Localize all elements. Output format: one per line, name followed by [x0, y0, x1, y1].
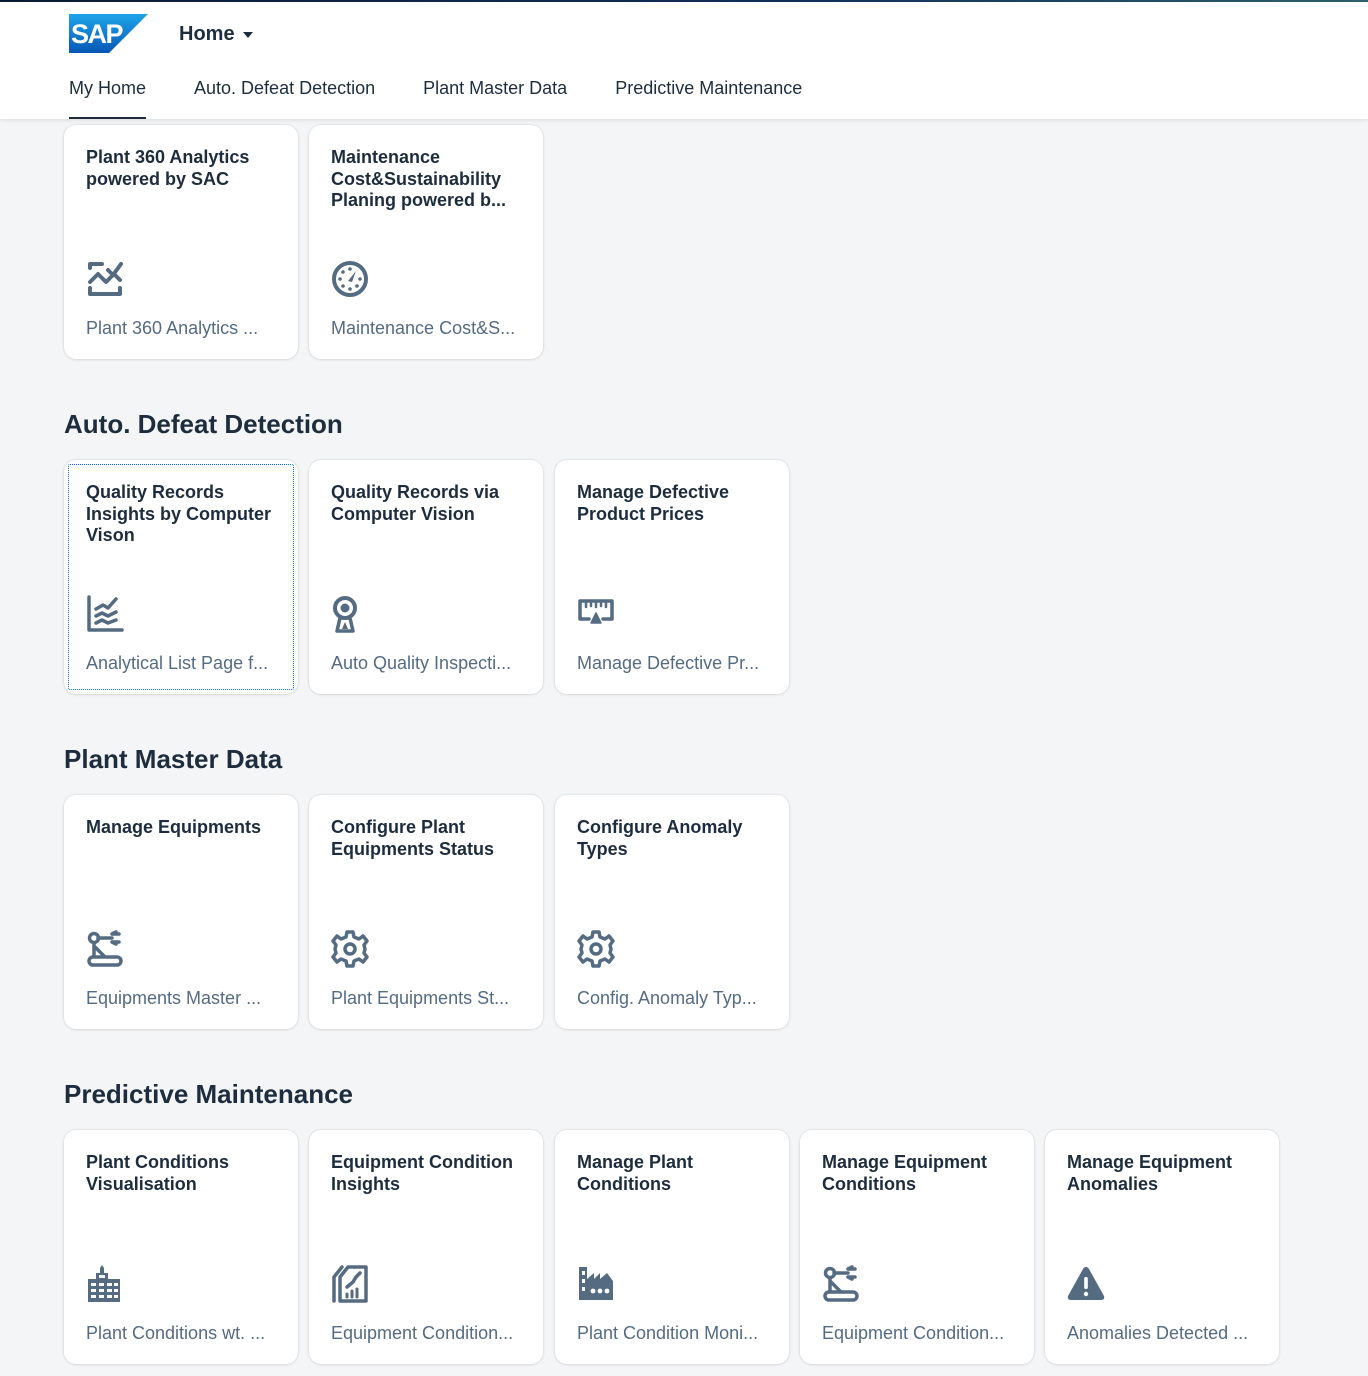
- tile-manage-equipments[interactable]: Manage Equipments Equipments Master ...: [64, 795, 298, 1029]
- warning-icon: [1067, 1265, 1105, 1303]
- home-menu-label: Home: [179, 22, 235, 45]
- tile-quality-records-computer-vision[interactable]: Quality Records via Computer Vision Auto…: [309, 460, 543, 694]
- tab-auto-defeat-detection[interactable]: Auto. Defeat Detection: [194, 62, 375, 119]
- webcam-icon: [331, 595, 369, 633]
- tile-subtitle: Manage Defective Pr...: [577, 653, 760, 673]
- tile-subtitle: Plant Equipments St...: [331, 988, 510, 1008]
- gear-icon: [331, 930, 369, 968]
- tile-subtitle: Plant Condition Moni...: [577, 1323, 759, 1343]
- tile-subtitle: Anomalies Detected ...: [1067, 1323, 1249, 1343]
- tile-subtitle: Equipment Condition...: [822, 1323, 1005, 1343]
- tile-configure-anomaly-types[interactable]: Configure Anomaly Types Config. Anomaly …: [555, 795, 789, 1029]
- tile-title: Manage Defective Product Prices: [577, 482, 730, 524]
- robot-arm-icon: [86, 930, 124, 968]
- tile-title: Equipment Condition Insights: [331, 1152, 513, 1194]
- factory-icon: [577, 1265, 615, 1303]
- tile-subtitle: Config. Anomaly Typ...: [577, 988, 757, 1008]
- section-title-auto-defeat-detection: Auto. Defeat Detection: [64, 409, 343, 439]
- section-title-predictive-maintenance: Predictive Maintenance: [64, 1079, 353, 1109]
- tab-my-home[interactable]: My Home: [69, 62, 147, 119]
- space-tabs: My Home Auto. Defeat Detection Plant Mas…: [69, 62, 850, 119]
- tile-manage-equipment-anomalies[interactable]: Manage Equipment Anomalies Anomalies Det…: [1045, 1130, 1279, 1364]
- tile-subtitle: Analytical List Page f...: [86, 653, 269, 673]
- multi-line-chart-icon: [86, 595, 124, 633]
- tile-subtitle: Maintenance Cost&S...: [331, 318, 516, 338]
- tab-plant-master-data[interactable]: Plant Master Data: [423, 62, 567, 119]
- sap-logo[interactable]: SAP: [69, 14, 148, 53]
- tile-title: Manage Equipments: [86, 817, 262, 837]
- tile-plant-360-analytics[interactable]: Plant 360 Analytics powered by SAC Plant…: [64, 125, 298, 359]
- tile-title: Maintenance Cost&Sustainability Planing …: [331, 147, 507, 210]
- tile-subtitle: Plant 360 Analytics ...: [86, 318, 259, 338]
- tile-quality-records-insights[interactable]: Quality Records Insights by Computer Vis…: [64, 460, 298, 694]
- building-icon: [86, 1265, 124, 1303]
- tile-equipment-condition-insights[interactable]: Equipment Condition Insights Equipment C…: [309, 1130, 543, 1364]
- home-menu-button[interactable]: Home: [179, 20, 253, 48]
- gauge-icon: [331, 260, 369, 298]
- tile-title: Manage Plant Conditions: [577, 1152, 694, 1194]
- tile-title: Configure Plant Equipments Status: [331, 817, 495, 859]
- measure-icon: [577, 595, 615, 633]
- tab-predictive-maintenance[interactable]: Predictive Maintenance: [615, 62, 802, 119]
- tile-title: Manage Equipment Conditions: [822, 1152, 988, 1194]
- svg-text:SAP: SAP: [71, 19, 124, 49]
- tile-plant-conditions-visualisation[interactable]: Plant Conditions Visualisation Plant Con…: [64, 1130, 298, 1364]
- caret-down-icon: [242, 32, 253, 38]
- tile-configure-plant-equipments-status[interactable]: Configure Plant Equipments Status Plant …: [309, 795, 543, 1029]
- document-chart-icon: [331, 1265, 369, 1303]
- tile-manage-plant-conditions[interactable]: Manage Plant Conditions Plant Condition …: [555, 1130, 789, 1364]
- tile-subtitle: Auto Quality Inspecti...: [331, 653, 512, 673]
- tile-title: Plant 360 Analytics powered by SAC: [86, 147, 250, 189]
- shell-bar: SAP Home My Home Auto. Defeat Detection …: [0, 2, 1368, 119]
- tile-title: Manage Equipment Anomalies: [1067, 1152, 1233, 1194]
- tile-subtitle: Equipment Condition...: [331, 1323, 514, 1343]
- tile-subtitle: Equipments Master ...: [86, 988, 262, 1008]
- tile-maintenance-cost-sustainability[interactable]: Maintenance Cost&Sustainability Planing …: [309, 125, 543, 359]
- tile-subtitle: Plant Conditions wt. ...: [86, 1323, 266, 1343]
- page-content: Plant 360 Analytics powered by SAC Plant…: [0, 119, 1368, 1376]
- tile-title: Quality Records Insights by Computer Vis…: [86, 482, 272, 545]
- robot-arm-icon: [822, 1265, 860, 1303]
- tile-manage-equipment-conditions[interactable]: Manage Equipment Conditions Equipment Co…: [800, 1130, 1034, 1364]
- tile-manage-defective-product-prices[interactable]: Manage Defective Product Prices Manage D…: [555, 460, 789, 694]
- tile-title: Configure Anomaly Types: [577, 817, 743, 859]
- tile-title: Quality Records via Computer Vision: [331, 482, 500, 524]
- line-chart-check-icon: [86, 260, 124, 298]
- section-title-plant-master-data: Plant Master Data: [64, 744, 283, 774]
- gear-icon: [577, 930, 615, 968]
- tile-title: Plant Conditions Visualisation: [86, 1152, 229, 1194]
